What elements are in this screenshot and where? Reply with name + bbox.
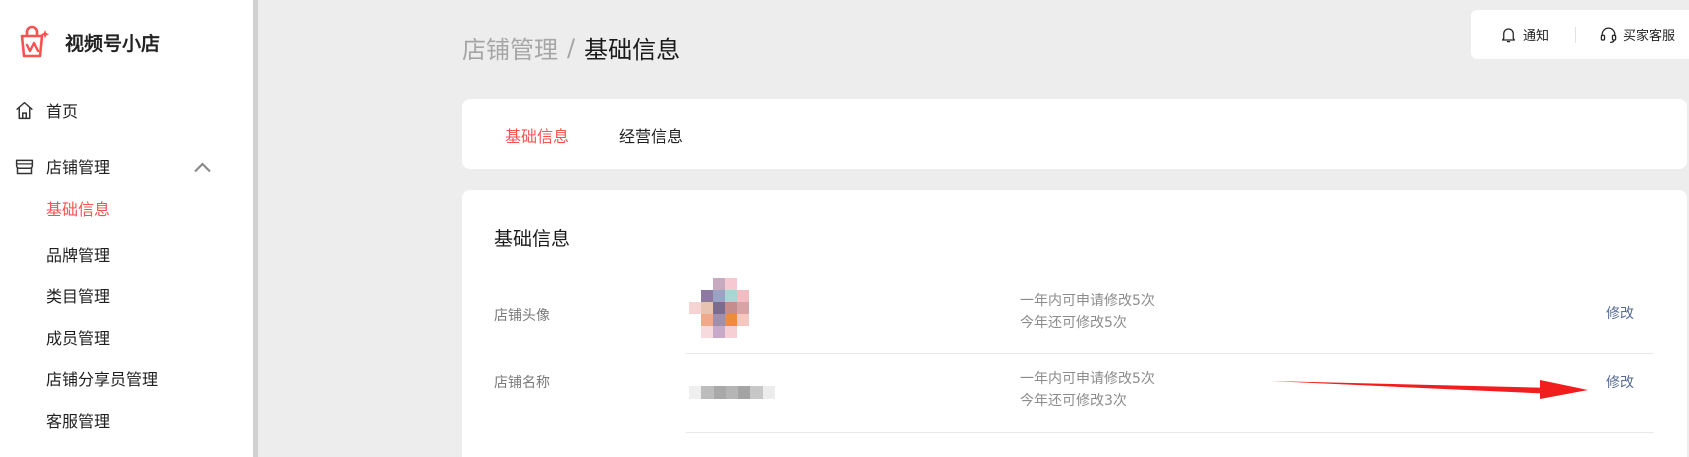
tab-basic-info[interactable]: 基础信息 [505,123,569,147]
modify-avatar-link[interactable]: 修改 [1606,303,1634,323]
tab-business-info[interactable]: 经营信息 [619,123,683,147]
page-title: 基础信息 [584,36,681,64]
avatar-modify-rule: 一年内可申请修改5次 今年还可修改5次 [1020,290,1155,334]
sidebar: 视频号小店 首页 店铺管理 基础信息 品牌管理 类目管理 成员管理 店铺分享员管… [0,0,253,457]
notify-label: 通知 [1523,29,1550,44]
store-icon [15,159,34,174]
sidebar-item-member-management[interactable]: 成员管理 [46,327,110,351]
row-label-avatar: 店铺头像 [494,308,550,324]
basic-info-card: 基础信息 店铺头像 一年内可申请修改5次 今年还可修改5次 修改 店铺名称 一年… [462,190,1687,457]
name-modify-rule: 一年内可申请修改5次 今年还可修改3次 [1020,368,1155,412]
home-icon [16,101,33,119]
section-title: 基础信息 [494,228,571,250]
nav-shop-label: 店铺管理 [46,158,111,177]
name-note-remaining: 今年还可修改3次 [1020,393,1127,409]
row-divider [686,432,1654,433]
nav-home[interactable]: 首页 [14,96,78,124]
shop-bag-logo-icon [20,25,50,58]
headset-icon [1600,27,1617,44]
shop-name-value-blurred [689,386,775,399]
name-note-limit: 一年内可申请修改5次 [1020,371,1155,387]
buyer-service-button[interactable]: 买家客服 [1599,25,1675,44]
avatar-note-remaining: 今年还可修改5次 [1020,315,1127,331]
brand[interactable]: 视频号小店 [16,24,160,60]
app-name: 视频号小店 [65,32,161,55]
row-divider [686,353,1654,354]
nav-shop-management[interactable]: 店铺管理 [14,152,224,180]
buyer-service-label: 买家客服 [1623,29,1676,44]
tabs-bar: 基础信息 经营信息 [462,99,1687,169]
sidebar-item-customer-service[interactable]: 客服管理 [46,410,110,434]
nav-home-label: 首页 [46,102,79,121]
shop-avatar-image [689,278,749,338]
bell-icon [1501,28,1516,43]
sidebar-divider[interactable] [253,0,258,457]
chevron-up-icon[interactable] [192,158,213,179]
sidebar-item-category-management[interactable]: 类目管理 [46,285,110,309]
breadcrumb-parent[interactable]: 店铺管理 [462,30,558,65]
toolbar-divider [1575,27,1576,43]
sidebar-item-sharer-management[interactable]: 店铺分享员管理 [46,368,158,392]
breadcrumb: 店铺管理 / 基础信息 [462,30,680,65]
avatar-note-limit: 一年内可申请修改5次 [1020,293,1155,309]
annotation-arrow-icon [1270,380,1588,399]
modify-name-link[interactable]: 修改 [1606,372,1634,392]
breadcrumb-separator: / [567,33,576,62]
sidebar-item-basic-info[interactable]: 基础信息 [46,198,110,222]
top-toolbar: 通知 买家客服 [1471,10,1689,59]
row-label-name: 店铺名称 [494,375,550,391]
notify-button[interactable]: 通知 [1499,25,1549,44]
sidebar-item-brand-management[interactable]: 品牌管理 [46,244,110,268]
